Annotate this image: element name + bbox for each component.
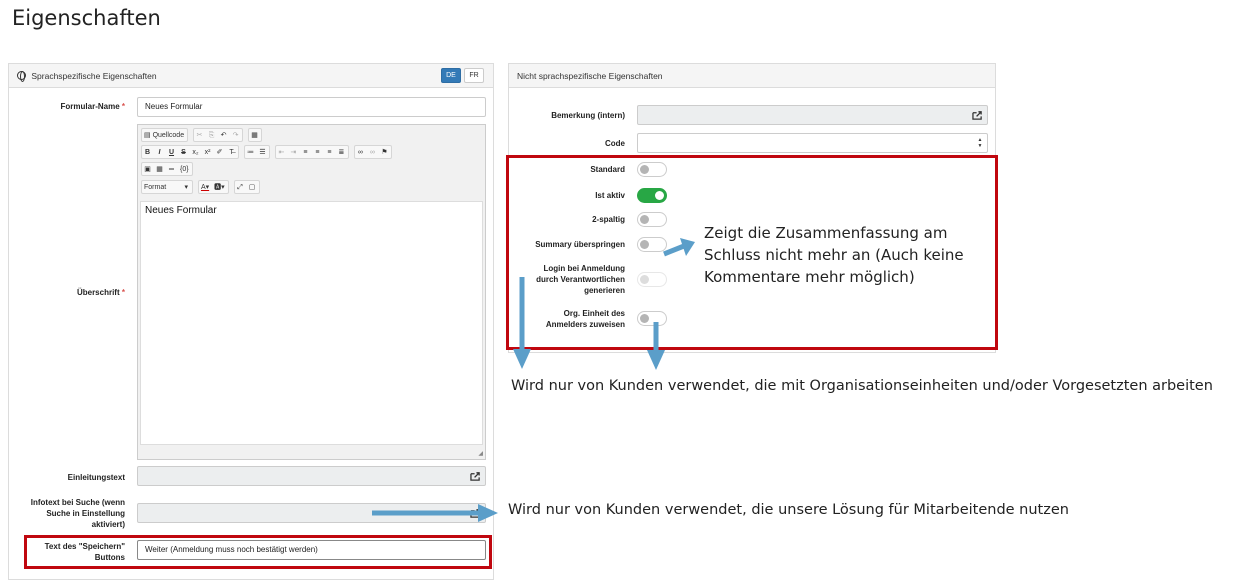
show-blocks-icon[interactable]: ▢ <box>247 181 258 194</box>
share-icon[interactable] <box>470 471 481 481</box>
toggle-label-org-einheit: Org. Einheit des Anmelders zuweisen <box>545 309 625 329</box>
label-text: Formular-Name <box>60 102 120 111</box>
lang-fr-button[interactable]: FR <box>464 68 484 83</box>
indent-icon[interactable]: ⇥ <box>288 146 299 159</box>
toolbar-row-1: ▤ Quellcode ✂ ⎘ ↶ ↷ ▦ <box>141 128 265 142</box>
required-mark: * <box>121 288 125 297</box>
format-select[interactable]: Format ▾ <box>142 181 190 194</box>
panel-title: Sprachspezifische Eigenschaften <box>31 71 157 81</box>
toolbar-row-2: B I U Sx₂ x² ✐ T̶ ≔ ☰ ⇤ ⇥ ≡ ≡ ≡ ≣ ∞ ∞ ⚑ <box>141 145 395 159</box>
text-color-icon[interactable]: A▾ <box>199 181 211 194</box>
editor-content[interactable]: Neues Formular <box>140 201 483 445</box>
toggle-login[interactable] <box>637 272 667 287</box>
placeholder-icon[interactable]: {0} <box>178 163 191 176</box>
align-right-icon[interactable]: ≡ <box>324 146 335 159</box>
einleitungstext-label: Einleitungstext <box>67 473 125 482</box>
label-text: Überschrift <box>76 288 120 297</box>
bg-color-icon[interactable]: 🅰▾ <box>212 181 227 194</box>
horizontal-line-icon[interactable]: ═ <box>166 163 177 176</box>
arrow-down-org-icon <box>647 322 665 370</box>
numbered-list-icon[interactable]: ≔ <box>245 146 256 159</box>
format-label: Format <box>144 184 167 191</box>
underline-icon[interactable]: U <box>166 146 177 159</box>
toggle-standard[interactable] <box>637 162 667 177</box>
einleitungstext-input[interactable] <box>137 466 486 486</box>
format-painter-icon[interactable]: ✐ <box>214 146 225 159</box>
globe-icon <box>17 71 26 82</box>
toggle-label-ist-aktiv: Ist aktiv <box>595 191 625 200</box>
superscript-icon[interactable]: x² <box>202 146 213 159</box>
ueberschrift-label: Überschrift * <box>20 287 125 298</box>
speichern-input[interactable]: Weiter (Anmeldung muss noch bestätigt we… <box>137 540 486 560</box>
toggle-label-standard: Standard <box>590 165 625 174</box>
toggle-ist-aktiv[interactable] <box>637 188 667 203</box>
number-spinner-icon[interactable]: ▲ ▼ <box>976 137 984 149</box>
toolbar-row-3: ▣ ▦ ═ {0} <box>141 162 196 176</box>
maximize-icon[interactable]: ⤢ <box>235 181 246 194</box>
redo-icon[interactable]: ↷ <box>230 129 241 142</box>
toggle-label-2-spaltig: 2-spaltig <box>592 215 625 224</box>
bullet-list-icon[interactable]: ☰ <box>257 146 268 159</box>
subscript-icon[interactable]: x₂ <box>190 146 201 159</box>
infotext-label: Infotext bei Suche (wenn Suche in Einste… <box>30 498 125 529</box>
infotext-note: Wird nur von Kunden verwendet, die unser… <box>508 502 1069 518</box>
image-icon[interactable]: ▣ <box>142 163 153 176</box>
undo-icon[interactable]: ↶ <box>218 129 229 142</box>
speichern-label: Text des "Speichern" Buttons <box>44 542 125 562</box>
italic-icon[interactable]: I <box>154 146 165 159</box>
panel-header: Nicht sprachspezifische Eigenschaften <box>509 64 995 88</box>
page-title: Eigenschaften <box>12 6 161 30</box>
link-icon[interactable]: ∞ <box>355 146 366 159</box>
panel-header: Sprachspezifische Eigenschaften DE FR <box>9 64 493 88</box>
table-icon[interactable]: ▦ <box>154 163 165 176</box>
formular-name-label: Formular-Name * <box>20 101 125 112</box>
arrow-infotext-icon <box>372 504 498 522</box>
paste-text-icon[interactable]: ▦ <box>249 129 260 142</box>
justify-icon[interactable]: ≣ <box>336 146 347 159</box>
clear-format-icon[interactable]: T̶ <box>226 146 237 159</box>
formular-name-input[interactable]: Neues Formular <box>137 97 486 117</box>
summary-note: Zeigt die Zusammenfassung am Schluss nic… <box>704 224 964 286</box>
flag-icon[interactable]: ⚑ <box>379 146 390 159</box>
unlink-icon[interactable]: ∞ <box>367 146 378 159</box>
code-label: Code <box>605 139 625 148</box>
toggle-label-login: Login bei Anmeldung durch Verantwortlich… <box>536 264 625 295</box>
code-input[interactable]: ▲ ▼ <box>637 133 988 153</box>
org-note: Wird nur von Kunden verwendet, die mit O… <box>511 378 1213 394</box>
rich-text-editor: ▤ Quellcode ✂ ⎘ ↶ ↷ ▦ B I U Sx₂ x² ✐ T̶ ≔ ☰ ⇤ ⇥ ≡ ≡ ≡ ≣… <box>137 124 486 460</box>
outdent-icon[interactable]: ⇤ <box>276 146 287 159</box>
resize-handle-icon[interactable]: ◢ <box>478 450 483 457</box>
strike-icon[interactable]: S <box>178 146 189 159</box>
copy-icon[interactable]: ⎘ <box>206 129 217 142</box>
align-center-icon[interactable]: ≡ <box>312 146 323 159</box>
toggle-2-spaltig[interactable] <box>637 212 667 227</box>
toolbar-row-4: Format ▾ A▾ 🅰▾ ⤢ ▢ <box>141 180 263 194</box>
arrow-summary-icon <box>663 238 695 257</box>
panel-title: Nicht sprachspezifische Eigenschaften <box>517 71 663 81</box>
source-label: Quellcode <box>152 132 185 139</box>
bold-icon[interactable]: B <box>142 146 153 159</box>
source-button[interactable]: ▤ Quellcode <box>142 129 186 142</box>
toggle-label-summary: Summary überspringen <box>535 240 625 249</box>
lang-de-button[interactable]: DE <box>441 68 461 83</box>
share-icon[interactable] <box>972 110 983 120</box>
required-mark: * <box>121 102 125 111</box>
align-left-icon[interactable]: ≡ <box>300 146 311 159</box>
cut-icon[interactable]: ✂ <box>194 129 205 142</box>
bemerkung-label: Bemerkung (intern) <box>551 111 625 120</box>
arrow-down-login-icon <box>513 277 531 369</box>
bemerkung-input[interactable] <box>637 105 988 125</box>
